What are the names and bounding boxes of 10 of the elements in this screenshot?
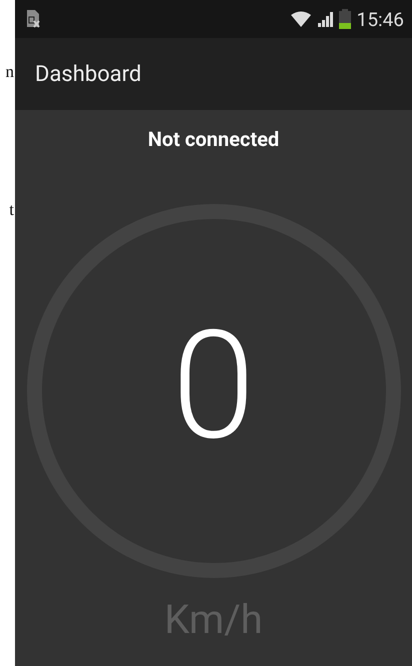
text-fragment: t: [9, 200, 14, 220]
wifi-icon: [290, 11, 311, 27]
clock-time: 15:46: [356, 8, 404, 30]
sim-card-icon: [25, 9, 41, 29]
signal-icon: [316, 11, 333, 27]
speed-value: 0: [172, 311, 256, 461]
battery-icon: [338, 9, 351, 29]
connection-status: Not connected: [148, 127, 280, 151]
screen-title: Dashboard: [35, 62, 142, 86]
text-fragment: n: [6, 62, 14, 82]
